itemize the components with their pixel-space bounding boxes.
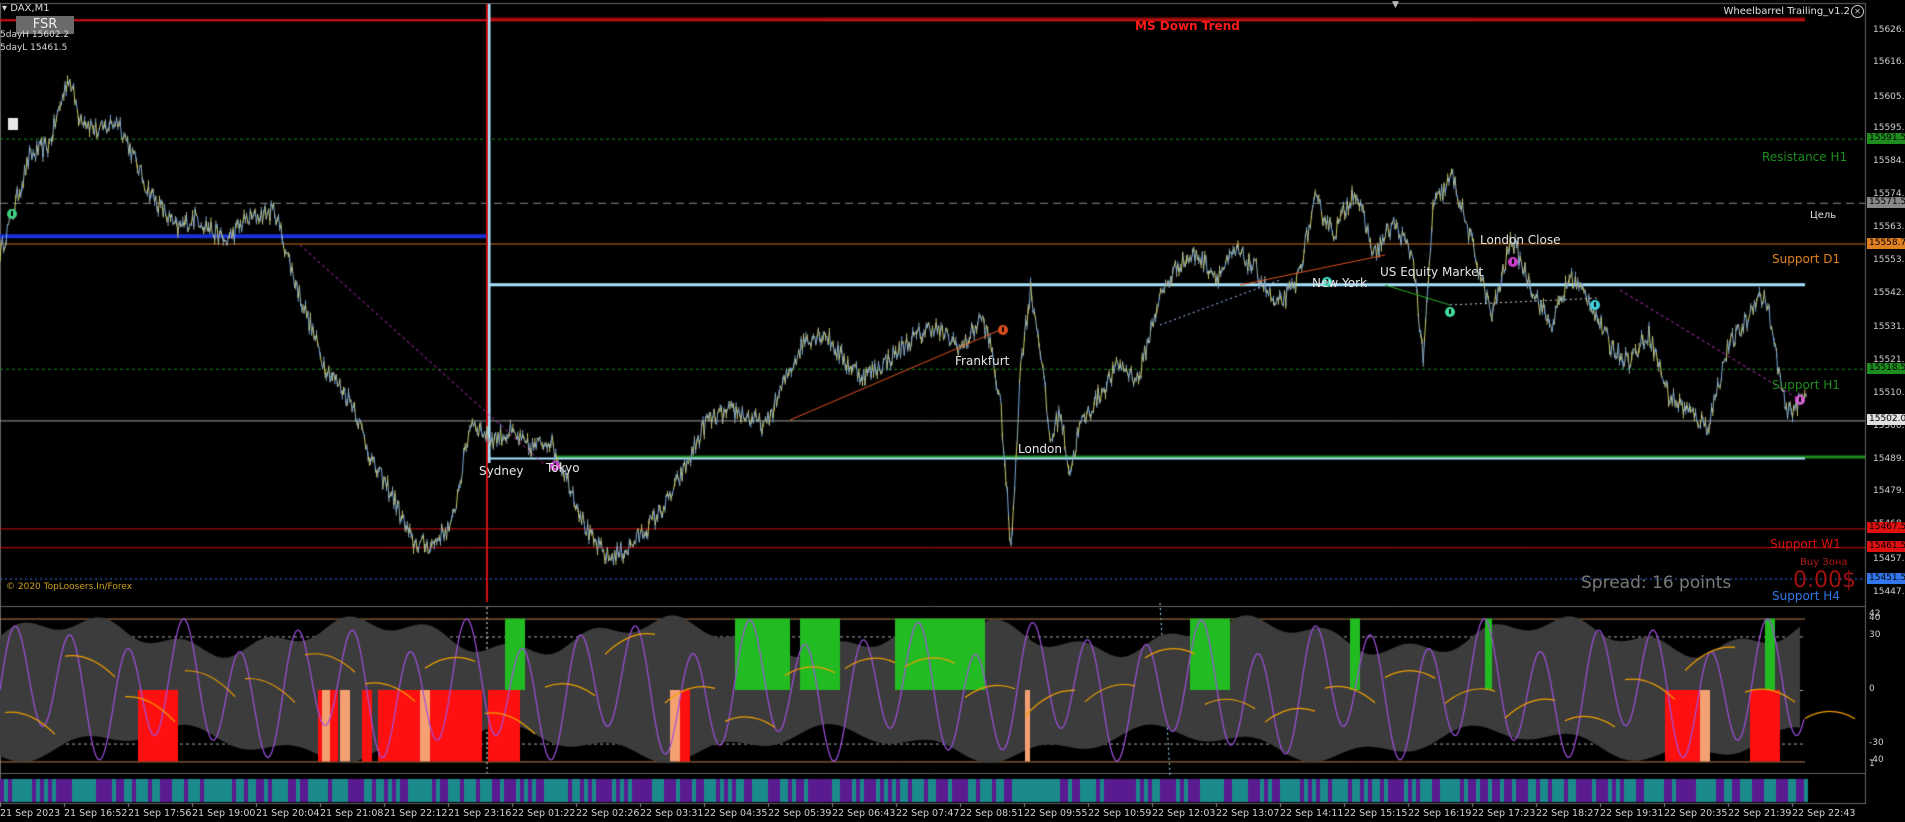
session-frankfurt: Frankfurt <box>955 354 1010 368</box>
session-us-equity: US Equity Market <box>1380 265 1484 279</box>
price-tick-label: 15605.0 <box>1873 91 1905 102</box>
pnl-value: 0.00$ <box>1793 568 1856 593</box>
price-tick-label: 15510.5 <box>1873 387 1905 398</box>
support-h1-label: Support H1 <box>1772 378 1840 392</box>
price-tick-label: 15457.5 <box>1873 553 1905 564</box>
time-tick-label: 21 Sep 22:12 <box>384 808 448 819</box>
price-tick-label: 15553.0 <box>1873 254 1905 265</box>
target-label: Цель <box>1810 210 1837 221</box>
time-tick-label: 22 Sep 01:22 <box>512 808 576 819</box>
time-tick-label: 22 Sep 17:23 <box>1472 808 1536 819</box>
price-level-tag: 15502.0 <box>1867 414 1905 426</box>
price-tick-label: 15626.5 <box>1873 24 1905 35</box>
ms-down-trend-label: MS Down Trend <box>1135 19 1240 33</box>
time-tick-label: 22 Sep 16:19 <box>1408 808 1472 819</box>
five-day-low: 5dayL 15461.5 <box>0 43 68 53</box>
time-tick-label: 22 Sep 21:39 <box>1728 808 1792 819</box>
session-new-york: New York <box>1312 276 1367 290</box>
time-tick-label: 22 Sep 19:31 <box>1600 808 1664 819</box>
oscillator-tick-label: 40 <box>1869 612 1881 623</box>
price-chart-canvas[interactable] <box>0 0 1905 822</box>
chart-shift-icon[interactable]: ▼ <box>1392 0 1399 10</box>
time-tick-label: 22 Sep 05:39 <box>768 808 832 819</box>
time-tick-label: 22 Sep 08:51 <box>960 808 1024 819</box>
price-tick-label: 15489.5 <box>1873 453 1905 464</box>
price-tick-label: 15616.0 <box>1873 57 1905 68</box>
time-tick-label: 22 Sep 09:55 <box>1024 808 1088 819</box>
time-tick-label: 22 Sep 14:11 <box>1280 808 1344 819</box>
price-tick-label: 15542.5 <box>1873 287 1905 298</box>
price-level-tag: 15558.7 <box>1867 237 1905 249</box>
time-tick-label: 22 Sep 18:27 <box>1536 808 1600 819</box>
price-tick-label: 15447.0 <box>1873 586 1905 597</box>
session-london-close: London Close <box>1480 233 1561 247</box>
buy-zone-label: Buy Зона <box>1800 557 1848 568</box>
time-tick-label: 21 Sep 21:08 <box>320 808 384 819</box>
support-w1-label: Support W1 <box>1770 537 1841 551</box>
time-tick-label: 22 Sep 06:43 <box>832 808 896 819</box>
price-tick-label: 15479.0 <box>1873 486 1905 497</box>
session-tokyo: Tokyo <box>546 461 580 475</box>
oscillator-tick-label: -30 <box>1869 737 1884 748</box>
time-tick-label: 22 Sep 07:47 <box>896 808 960 819</box>
time-tick-label: 21 Sep 23:16 <box>448 808 512 819</box>
price-level-tag: 15591.5 <box>1867 132 1905 144</box>
copyright-label: © 2020 TopLoosers.In/Forex <box>6 582 133 592</box>
time-tick-label: 22 Sep 04:35 <box>704 808 768 819</box>
resistance-h1-label: Resistance H1 <box>1762 150 1848 164</box>
time-tick-label: 22 Sep 10:59 <box>1088 808 1152 819</box>
time-tick-label: 22 Sep 15:15 <box>1344 808 1408 819</box>
symbol-title: ▾ DAX,M1 <box>2 3 50 14</box>
time-tick-label: 21 Sep 16:52 <box>64 808 128 819</box>
time-tick-label: 21 Sep 17:56 <box>128 808 192 819</box>
price-level-tag: 15461.5 <box>1867 541 1905 553</box>
time-tick-label: 22 Sep 20:35 <box>1664 808 1728 819</box>
oscillator-tick-label: 0 <box>1869 684 1875 694</box>
session-sydney: Sydney <box>479 464 524 478</box>
price-tick-label: 15584.5 <box>1873 156 1905 167</box>
oscillator-tick-label: 1 <box>1869 759 1875 769</box>
support-d1-label: Support D1 <box>1772 252 1841 266</box>
close-icon[interactable]: ✕ <box>1851 5 1864 18</box>
time-tick-label: 21 Sep 20:04 <box>256 808 320 819</box>
price-level-tag: 15451.5 <box>1867 572 1905 584</box>
five-day-high: 5dayH 15602.2 <box>0 30 70 40</box>
time-tick-label: 21 Sep 19:00 <box>192 808 256 819</box>
price-tick-label: 15563.5 <box>1873 221 1905 232</box>
oscillator-tick-label: 30 <box>1869 630 1881 641</box>
time-tick-label: 21 Sep 2023 <box>0 808 61 819</box>
indicator-name: Wheelbarrel Trailing_v1.2 <box>1723 6 1850 17</box>
price-level-tag: 15467.5 <box>1867 522 1905 534</box>
price-level-tag: 15518.5 <box>1867 362 1905 374</box>
session-london: London <box>1018 442 1062 456</box>
time-tick-label: 22 Sep 13:07 <box>1216 808 1280 819</box>
price-level-tag: 15571.5 <box>1867 196 1905 208</box>
time-tick-label: 22 Sep 03:31 <box>640 808 704 819</box>
spread-label: Spread: 16 points <box>1581 573 1732 593</box>
time-tick-label: 22 Sep 22:43 <box>1792 808 1856 819</box>
time-tick-label: 22 Sep 02:26 <box>576 808 640 819</box>
time-tick-label: 22 Sep 12:03 <box>1152 808 1216 819</box>
price-tick-label: 15531.5 <box>1873 322 1905 333</box>
